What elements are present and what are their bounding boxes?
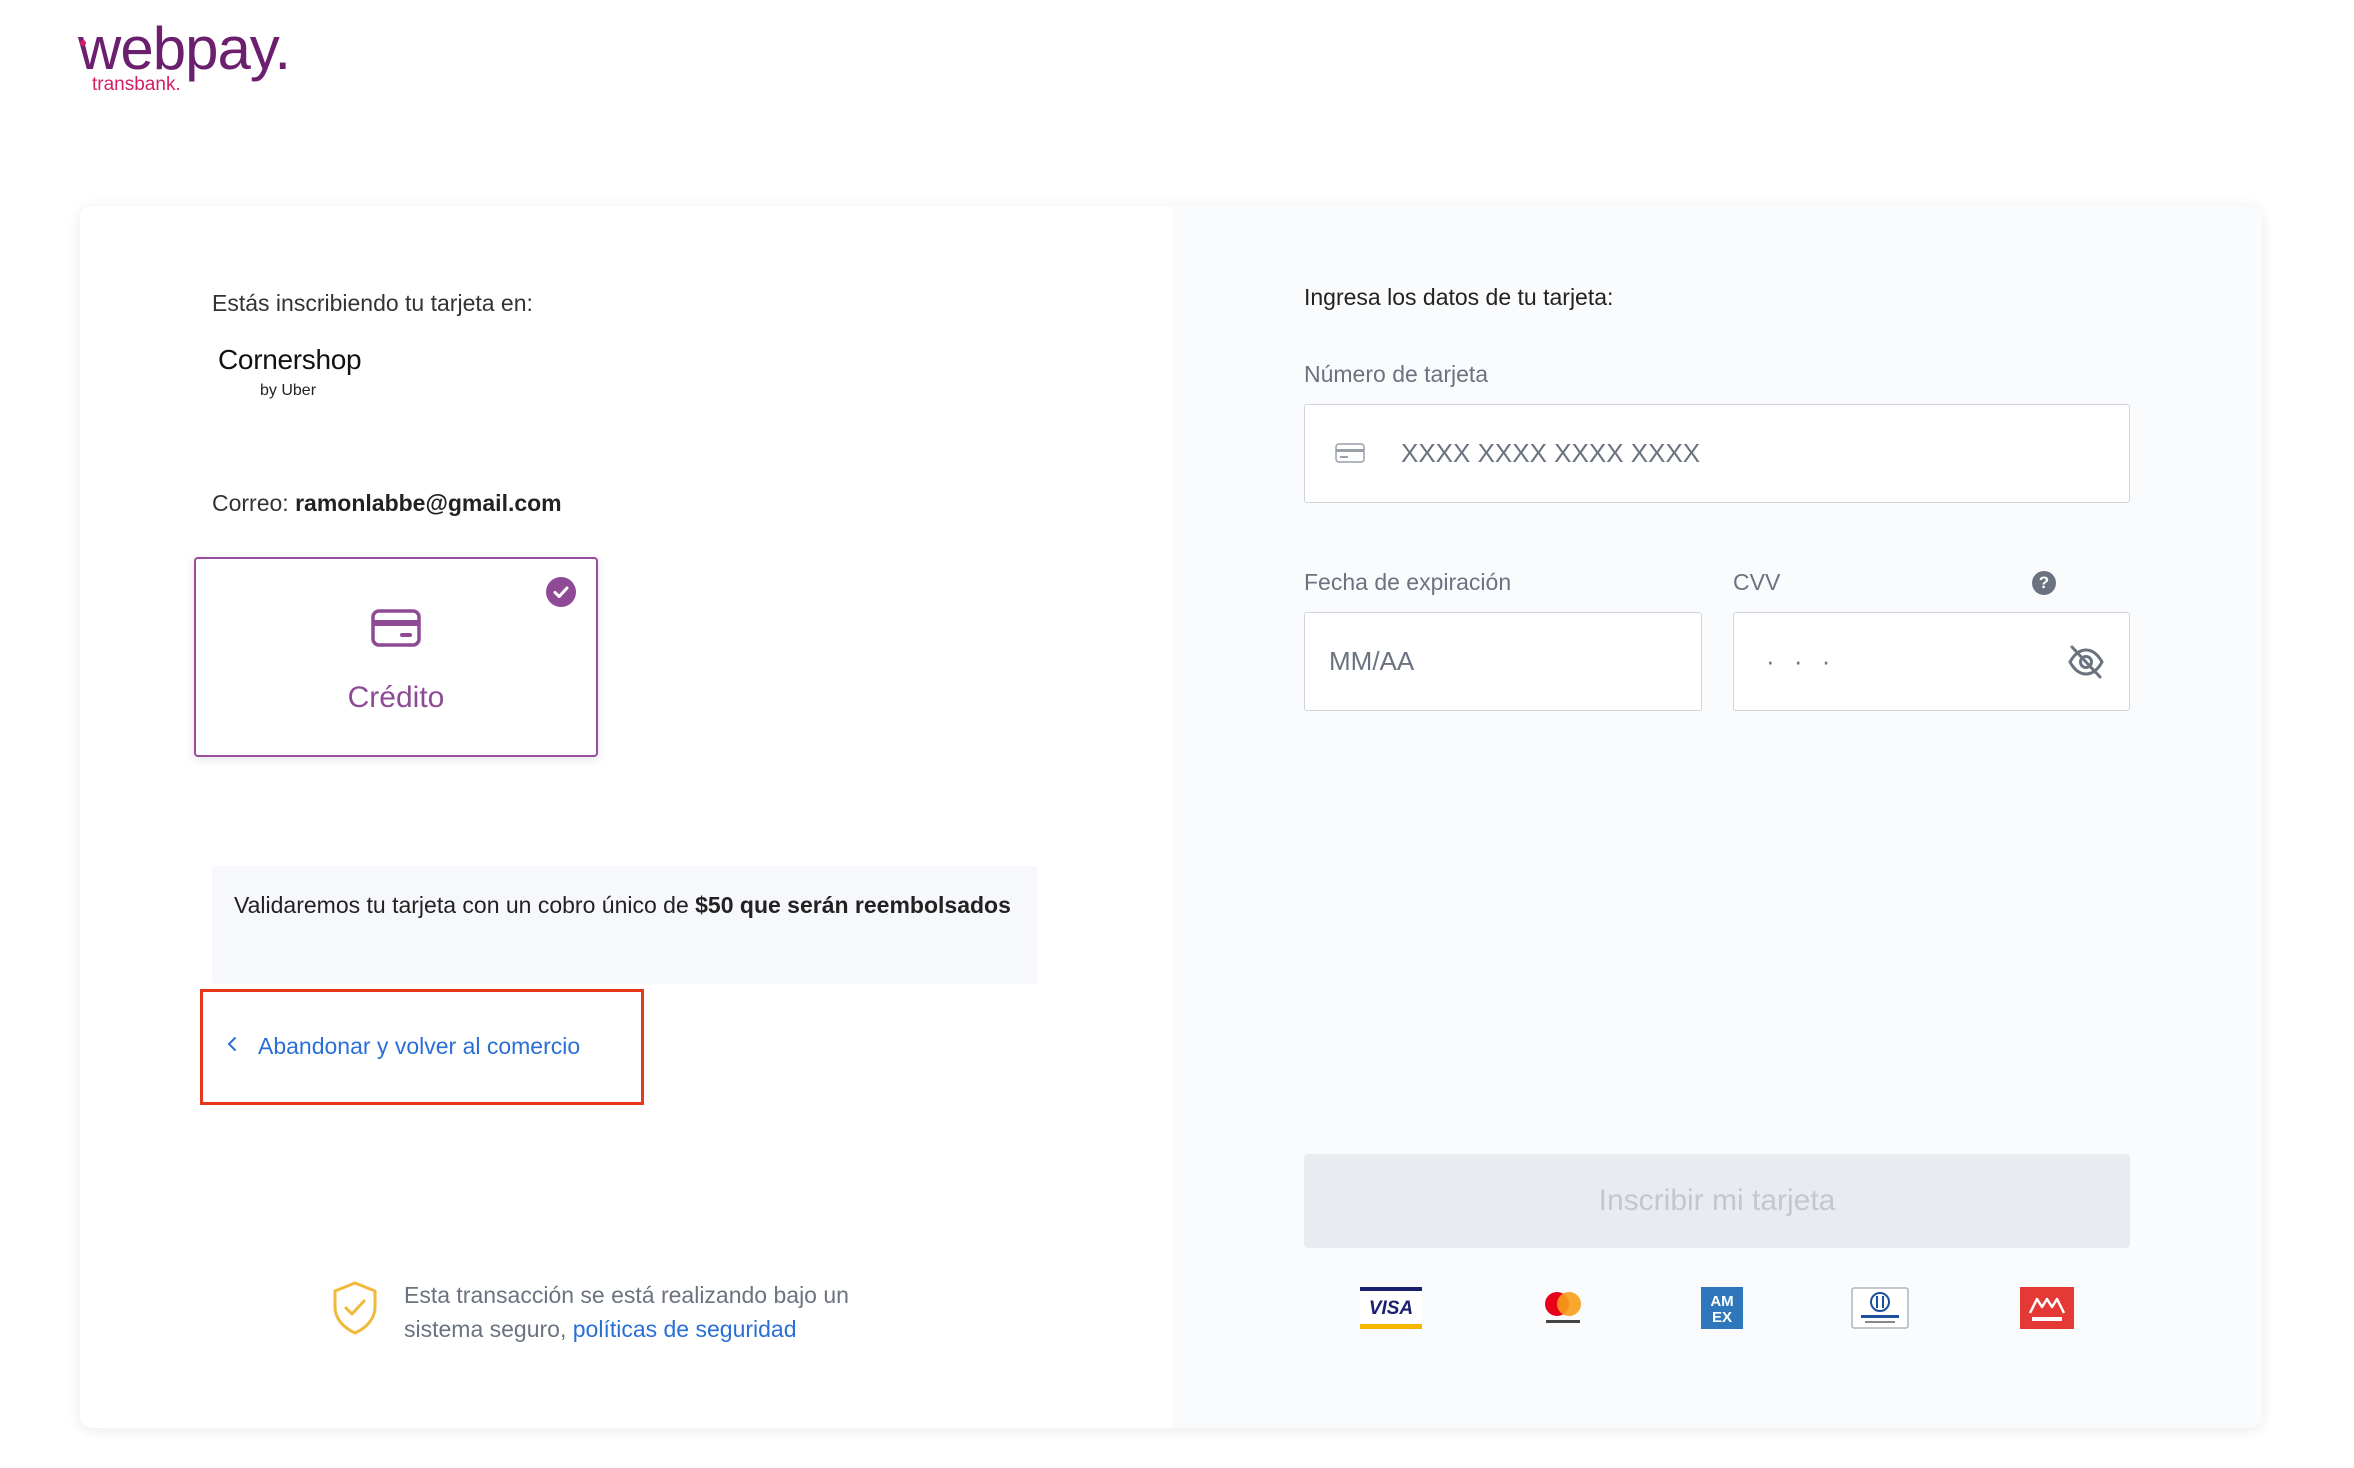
cvv-placeholder: · · · [1766,646,1837,676]
help-icon[interactable]: ? [2032,571,2056,595]
credit-card-icon [371,609,421,652]
magna-logo-icon [2020,1287,2074,1329]
visa-logo-icon: VISA [1360,1287,1422,1329]
merchant-subtitle: by Uber [260,382,317,399]
card-type-label: Crédito [347,681,445,714]
expiry-label: Fecha de expiración [1304,569,1512,595]
expiry-placeholder: MM/AA [1329,646,1415,676]
back-to-merchant-link[interactable]: Abandonar y volver al comercio [226,1026,580,1066]
enrolling-label: Estás inscribiendo tu tarjeta en: [212,290,533,316]
notice-text: Validaremos tu tarjeta con un cobro únic… [234,888,1024,923]
card-number-input[interactable]: XXXX XXXX XXXX XXXX [1304,404,2130,503]
card-details-title: Ingresa los datos de tu tarjeta: [1304,284,1614,310]
svg-text:VISA: VISA [1369,1298,1413,1319]
shield-check-icon [332,1281,378,1340]
notice-amount: $50 que serán reembolsados [695,892,1011,918]
amex-logo-icon: AM EX [1701,1287,1743,1329]
logo-subtitle: transbank. [92,74,181,95]
card-number-label: Número de tarjeta [1304,361,1489,387]
email-label: Correo: [212,490,289,516]
validation-notice: Validaremos tu tarjeta con un cobro únic… [212,866,1038,984]
card-type-option-credito[interactable]: Crédito [194,557,598,757]
selected-check-icon [546,577,576,607]
chevron-left-icon [226,1034,238,1059]
notice-prefix: Validaremos tu tarjeta con un cobro únic… [234,892,689,918]
logo-dot [80,40,86,46]
svg-text:EX: EX [1712,1309,1732,1326]
submit-button[interactable]: Inscribir mi tarjeta [1304,1154,2130,1248]
card-number-placeholder: XXXX XXXX XXXX XXXX [1401,438,1701,468]
cvv-label: CVV [1733,569,1781,595]
card-small-icon [1335,443,1365,468]
email-line: Correo: ramonlabbe@gmail.com [212,490,562,517]
back-link-label: Abandonar y volver al comercio [258,1032,581,1059]
security-policy-link[interactable]: políticas de seguridad [573,1316,797,1342]
security-notice: Esta transacción se está realizando bajo… [404,1278,924,1346]
diners-club-logo-icon [1851,1287,1909,1329]
svg-text:AM: AM [1710,1293,1733,1310]
merchant-name: Cornershop [218,344,362,375]
expiry-input[interactable]: MM/AA [1304,612,1702,711]
cvv-input[interactable]: · · · [1733,612,2130,711]
eye-off-icon[interactable] [2067,645,2105,684]
email-value: ramonlabbe@gmail.com [295,490,562,516]
mastercard-logo-icon [1540,1287,1586,1329]
